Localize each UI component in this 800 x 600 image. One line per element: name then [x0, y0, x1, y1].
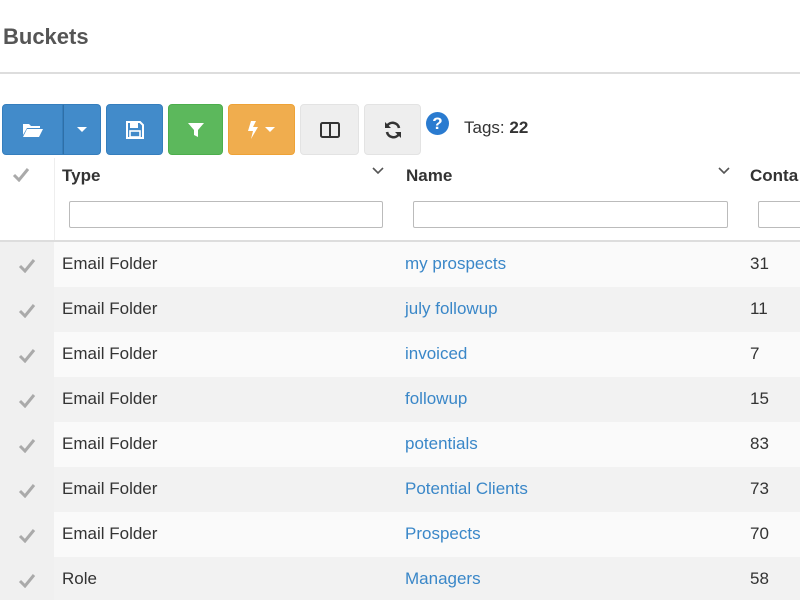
row-select-cell[interactable]: [0, 467, 54, 512]
check-icon[interactable]: [18, 392, 36, 408]
row-select-cell[interactable]: [0, 512, 54, 557]
contacts-cell: 31: [750, 254, 769, 273]
columns-icon: [319, 121, 340, 138]
contacts-cell: 73: [750, 479, 769, 498]
title-divider: [0, 72, 800, 74]
table-row[interactable]: Email Folder july followup 11: [0, 287, 800, 332]
type-cell: Role: [62, 569, 97, 588]
table-row[interactable]: Role Managers 58: [0, 557, 800, 600]
check-icon[interactable]: [18, 347, 36, 363]
contacts-cell: 11: [750, 299, 768, 318]
table-row[interactable]: Email Folder Prospects 70: [0, 512, 800, 557]
table-row[interactable]: Email Folder potentials 83: [0, 422, 800, 467]
chevron-down-icon[interactable]: [718, 166, 730, 176]
row-select-cell[interactable]: [0, 377, 54, 422]
check-icon[interactable]: [18, 437, 36, 453]
table-row[interactable]: Email Folder Potential Clients 73: [0, 467, 800, 512]
name-link[interactable]: Managers: [405, 569, 481, 589]
check-icon[interactable]: [18, 482, 36, 498]
type-filter-input[interactable]: [69, 201, 383, 228]
row-select-cell[interactable]: [0, 287, 54, 332]
contacts-cell: 15: [750, 389, 769, 408]
contacts-cell: 70: [750, 524, 769, 543]
row-select-cell[interactable]: [0, 242, 54, 287]
caret-down-icon: [77, 126, 87, 132]
row-select-cell[interactable]: [0, 422, 54, 467]
type-cell: Email Folder: [62, 299, 158, 318]
name-link[interactable]: my prospects: [405, 254, 506, 274]
refresh-button[interactable]: [364, 104, 421, 155]
open-button[interactable]: [2, 104, 63, 155]
check-icon[interactable]: [18, 302, 36, 318]
contacts-cell: 7: [750, 344, 760, 363]
folder-open-icon: [22, 123, 43, 137]
name-filter-input[interactable]: [413, 201, 728, 228]
check-icon[interactable]: [18, 527, 36, 543]
name-link[interactable]: potentials: [405, 434, 478, 454]
lightning-icon: [248, 120, 258, 139]
type-cell: Email Folder: [62, 479, 158, 498]
open-menu-button[interactable]: [63, 104, 101, 155]
select-all-check-icon[interactable]: [12, 166, 30, 182]
type-cell: Email Folder: [62, 344, 158, 363]
name-link[interactable]: Prospects: [405, 524, 481, 544]
table-row[interactable]: Email Folder invoiced 7: [0, 332, 800, 377]
chevron-down-icon[interactable]: [372, 166, 384, 176]
filter-icon: [187, 122, 204, 137]
name-link[interactable]: july followup: [405, 299, 498, 319]
toolbar: ? Tags: 22: [2, 104, 800, 155]
type-cell: Email Folder: [62, 434, 158, 453]
page-title: Buckets: [3, 24, 89, 49]
contacts-filter-input[interactable]: [758, 201, 800, 228]
column-header-contacts[interactable]: Conta: [750, 166, 798, 186]
buckets-grid: Type Name Conta Email Folder my prospects…: [0, 158, 800, 600]
filter-button[interactable]: [168, 104, 223, 155]
row-select-cell[interactable]: [0, 332, 54, 377]
type-cell: Email Folder: [62, 389, 158, 408]
table-row[interactable]: Email Folder followup 15: [0, 377, 800, 422]
check-icon[interactable]: [18, 257, 36, 273]
save-button[interactable]: [106, 104, 163, 155]
save-icon: [125, 120, 144, 139]
tags-label: Tags:: [464, 118, 505, 137]
refresh-icon: [384, 121, 401, 138]
grid-rows: Email Folder my prospects 31 Email Folder ju…: [0, 242, 800, 600]
actions-button[interactable]: [228, 104, 295, 155]
name-link[interactable]: Potential Clients: [405, 479, 528, 499]
contacts-cell: 58: [750, 569, 769, 588]
name-link[interactable]: followup: [405, 389, 467, 409]
check-icon[interactable]: [18, 572, 36, 588]
help-icon[interactable]: ?: [426, 112, 449, 135]
column-header-type[interactable]: Type: [62, 166, 100, 186]
table-row[interactable]: Email Folder my prospects 31: [0, 242, 800, 287]
tags-info: Tags: 22: [464, 118, 528, 138]
name-link[interactable]: invoiced: [405, 344, 467, 364]
tags-count: 22: [509, 118, 529, 137]
contacts-cell: 83: [750, 434, 769, 453]
row-select-cell[interactable]: [0, 557, 54, 600]
column-header-name[interactable]: Name: [406, 166, 452, 186]
type-cell: Email Folder: [62, 254, 158, 273]
caret-down-icon: [265, 126, 275, 132]
type-cell: Email Folder: [62, 524, 158, 543]
columns-button[interactable]: [300, 104, 359, 155]
